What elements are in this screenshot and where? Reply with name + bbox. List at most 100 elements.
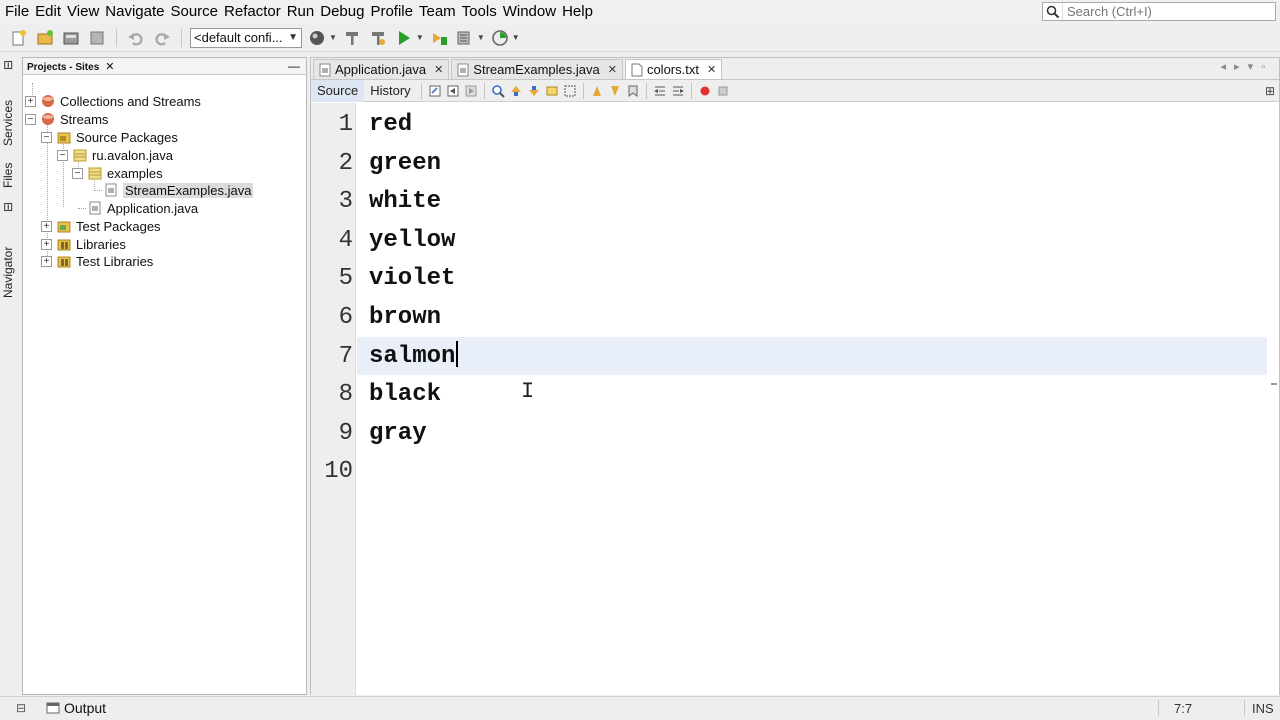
minimize-icon[interactable]: — <box>288 59 300 73</box>
menu-file[interactable]: File <box>2 0 32 24</box>
profile-dropdown-icon[interactable]: ▼ <box>477 33 485 42</box>
previous-bookmark-icon[interactable] <box>590 84 604 98</box>
maximize-icon[interactable]: ⊞ <box>1265 84 1275 98</box>
close-icon[interactable]: ✕ <box>434 63 443 76</box>
output-button[interactable]: Output <box>46 700 106 716</box>
code-editor[interactable]: 1 2 3 4 5 6 7 8 9 10 red green white yel… <box>311 103 1279 695</box>
open-project-icon[interactable] <box>60 27 82 49</box>
save-all-icon[interactable] <box>86 27 108 49</box>
back-icon[interactable] <box>446 84 460 98</box>
redo-icon[interactable] <box>151 27 173 49</box>
menu-help[interactable]: Help <box>559 0 596 24</box>
menu-team[interactable]: Team <box>416 0 459 24</box>
menu-navigate[interactable]: Navigate <box>102 0 167 24</box>
code-line[interactable]: red <box>369 106 412 144</box>
menu-tools[interactable]: Tools <box>459 0 500 24</box>
history-view-tab[interactable]: History <box>364 80 416 102</box>
java-file-icon <box>105 183 117 197</box>
collapse-icon[interactable]: − <box>41 131 52 143</box>
dropdown-arrow-icon[interactable]: ▼ <box>329 33 337 42</box>
clean-build-icon[interactable] <box>367 27 389 49</box>
configuration-select[interactable]: <default confi... ▼ <box>190 27 302 48</box>
side-tab-pin-icon[interactable]: ⊟ <box>1 60 15 70</box>
expand-icon[interactable]: + <box>41 255 52 267</box>
close-icon[interactable]: ✕ <box>105 61 114 73</box>
projects-tab[interactable]: Projects - Sites ✕ <box>23 60 114 73</box>
menu-refactor[interactable]: Refactor <box>221 0 284 24</box>
tree-item-examples[interactable]: − examples <box>72 164 163 182</box>
search-input[interactable] <box>1063 4 1263 19</box>
run-dropdown-icon[interactable]: ▼ <box>416 33 424 42</box>
search-icon[interactable] <box>1043 3 1063 20</box>
expand-icon[interactable]: + <box>41 220 52 232</box>
side-tab-files[interactable]: Files <box>1 144 15 188</box>
project-icon <box>42 95 54 107</box>
last-edit-icon[interactable] <box>428 84 442 98</box>
new-file-icon[interactable] <box>8 27 30 49</box>
tree-item-source-packages[interactable]: − Source Packages <box>41 128 178 146</box>
tree-item-application-java[interactable]: Application.java <box>88 199 198 217</box>
code-line-current[interactable]: salmon <box>369 338 459 376</box>
tab-colors-txt[interactable]: colors.txt ✕ <box>624 59 723 79</box>
collapse-icon[interactable]: − <box>25 113 36 125</box>
shift-left-icon[interactable] <box>653 84 667 98</box>
toggle-highlight-icon[interactable] <box>545 84 559 98</box>
next-bookmark-icon[interactable] <box>608 84 622 98</box>
code-line[interactable]: yellow <box>369 222 455 260</box>
tree-item-libraries[interactable]: + Libraries <box>41 235 126 253</box>
find-previous-icon[interactable] <box>509 84 523 98</box>
gauge-icon[interactable] <box>489 27 511 49</box>
profile-icon[interactable] <box>454 27 476 49</box>
build-hammer-icon[interactable] <box>341 27 363 49</box>
current-line-highlight <box>357 337 1267 375</box>
menu-debug[interactable]: Debug <box>317 0 367 24</box>
find-icon[interactable] <box>491 84 505 98</box>
expand-icon[interactable]: + <box>25 95 36 107</box>
tree-item-stream-examples-java[interactable]: StreamExamples.java <box>104 181 254 199</box>
code-line[interactable]: brown <box>369 299 441 337</box>
new-project-icon[interactable] <box>34 27 56 49</box>
tree-item-streams[interactable]: − Streams <box>25 110 108 128</box>
collapse-icon[interactable]: − <box>72 167 83 179</box>
code-line[interactable]: green <box>369 145 441 183</box>
collapse-icon[interactable]: − <box>57 149 68 161</box>
debug-icon[interactable] <box>428 27 450 49</box>
menu-source[interactable]: Source <box>167 0 221 24</box>
menu-view[interactable]: View <box>64 0 102 24</box>
menu-window[interactable]: Window <box>500 0 559 24</box>
forward-icon[interactable] <box>464 84 478 98</box>
tab-stream-examples-java[interactable]: StreamExamples.java ✕ <box>451 59 623 79</box>
tab-application-java[interactable]: Application.java ✕ <box>313 59 450 79</box>
code-line[interactable]: white <box>369 183 441 221</box>
menu-run[interactable]: Run <box>284 0 318 24</box>
undo-icon[interactable] <box>125 27 147 49</box>
globe-icon[interactable] <box>306 27 328 49</box>
tab-scroll-controls-icon[interactable]: ◂▸▾▫ <box>1221 60 1273 73</box>
side-tab-navigator[interactable]: Navigator <box>1 218 15 298</box>
record-macro-icon[interactable] <box>698 84 712 98</box>
close-icon[interactable]: ✕ <box>608 63 617 76</box>
tree-item-collections-and-streams[interactable]: + Collections and Streams <box>25 92 201 110</box>
menu-edit[interactable]: Edit <box>32 0 64 24</box>
find-next-icon[interactable] <box>527 84 541 98</box>
tree-item-test-packages[interactable]: + Test Packages <box>41 217 161 235</box>
code-line[interactable]: gray <box>369 415 427 453</box>
source-view-tab[interactable]: Source <box>311 79 365 102</box>
stop-macro-icon[interactable] <box>716 84 730 98</box>
text-caret <box>456 341 459 367</box>
menu-profile[interactable]: Profile <box>367 0 416 24</box>
select-icon[interactable] <box>563 84 577 98</box>
code-line[interactable]: black <box>369 376 441 414</box>
tree-item-ru-avalon-java[interactable]: − ru.avalon.java <box>57 146 173 164</box>
code-line[interactable]: violet <box>369 260 455 298</box>
shift-right-icon[interactable] <box>671 84 685 98</box>
side-tab-services[interactable]: Services <box>1 76 15 146</box>
tree-item-test-libraries[interactable]: + Test Libraries <box>41 252 153 270</box>
expand-icon[interactable]: + <box>41 238 52 250</box>
toggle-bookmark-icon[interactable] <box>626 84 640 98</box>
side-tab-pin-icon[interactable]: ⊟ <box>1 202 15 212</box>
notification-icon[interactable]: ⊟ <box>16 701 26 715</box>
close-icon[interactable]: ✕ <box>707 63 716 76</box>
run-icon[interactable] <box>393 27 415 49</box>
gauge-dropdown-icon[interactable]: ▼ <box>512 33 520 42</box>
